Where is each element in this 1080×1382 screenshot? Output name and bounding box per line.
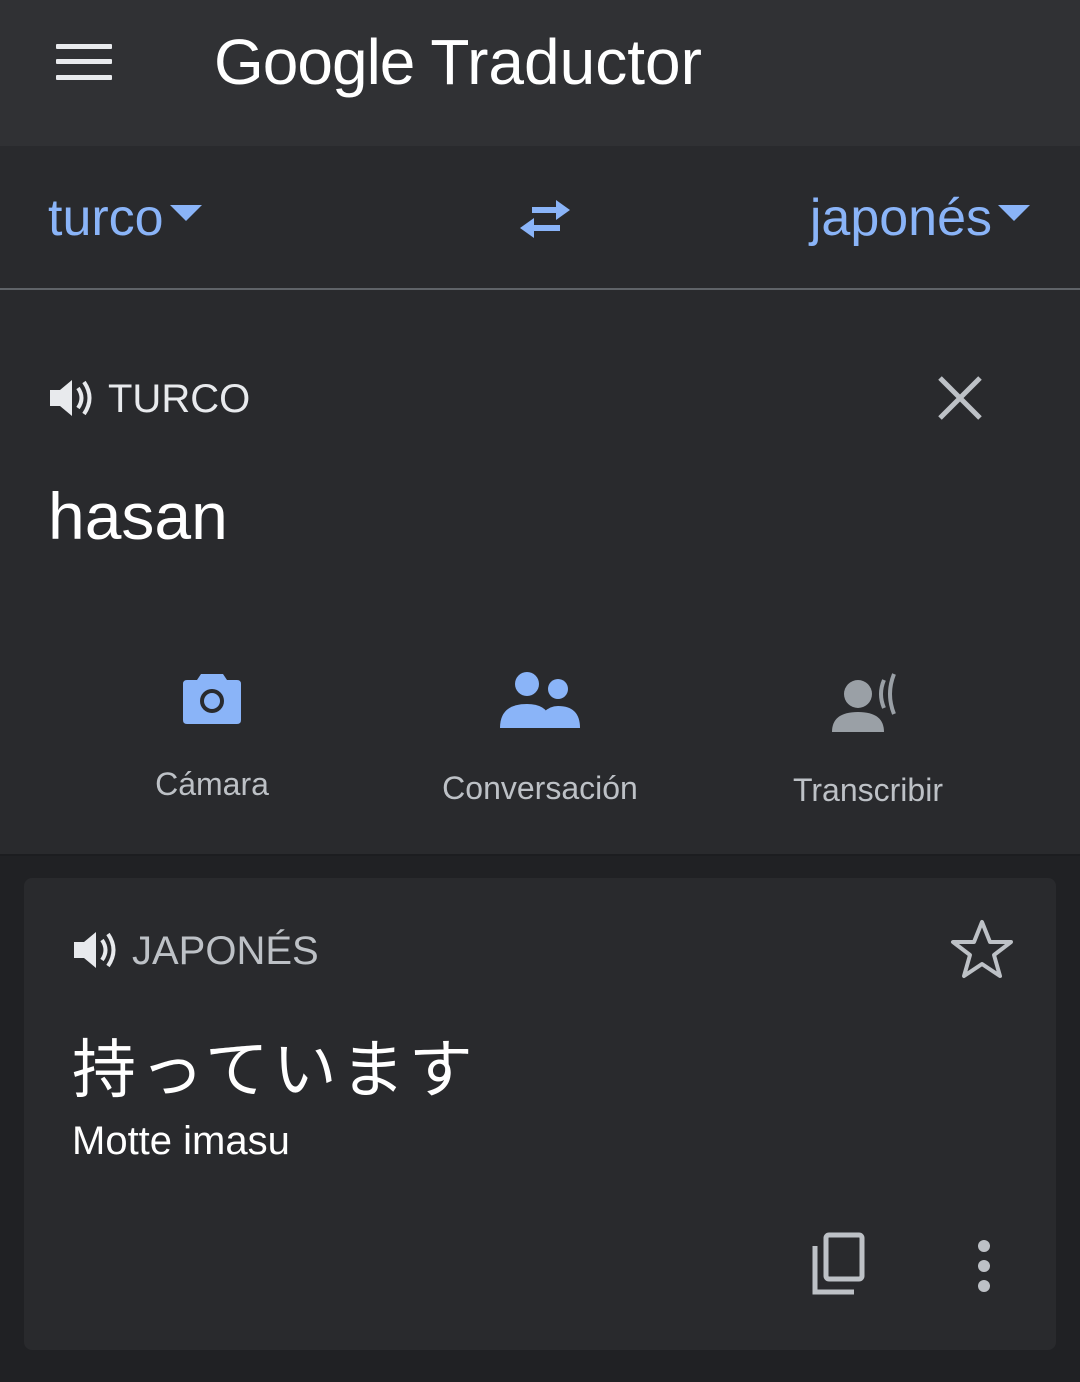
conversation-icon xyxy=(500,672,580,728)
source-language-selector[interactable]: turco xyxy=(48,186,202,250)
translation-text: 持っています xyxy=(72,1034,477,1106)
app-title: Google Traductor xyxy=(214,22,702,102)
star-icon[interactable] xyxy=(950,918,1014,982)
target-language-name: JAPONÉS xyxy=(132,929,319,973)
speaker-icon[interactable] xyxy=(48,376,96,420)
transcribe-icon xyxy=(832,673,896,732)
source-language-heading: TURCO xyxy=(48,374,250,424)
swap-languages-button[interactable] xyxy=(512,194,580,244)
language-bar: turco japonés xyxy=(0,146,1080,290)
camera-button[interactable]: Cámara xyxy=(62,670,362,803)
copy-icon[interactable] xyxy=(810,1232,866,1296)
dropdown-arrow-icon xyxy=(998,205,1030,222)
transcribe-label: Transcribir xyxy=(793,772,943,808)
translation-card: JAPONÉS 持っています Motte imasu xyxy=(24,878,1056,1350)
conversation-button[interactable]: Conversación xyxy=(390,670,690,807)
romanization-text: Motte imasu xyxy=(72,1119,290,1163)
menu-icon[interactable] xyxy=(56,44,112,80)
transcribe-button[interactable]: Transcribir xyxy=(718,670,1018,809)
target-language-heading: JAPONÉS xyxy=(72,926,319,976)
source-language-label: turco xyxy=(48,189,164,247)
app-bar: Google Traductor xyxy=(0,0,1080,146)
app-name: Traductor xyxy=(430,26,702,98)
conversation-label: Conversación xyxy=(442,770,638,806)
camera-label: Cámara xyxy=(155,766,269,802)
close-icon[interactable] xyxy=(934,372,986,424)
app-brand: Google xyxy=(214,26,415,98)
input-panel: TURCO hasan Cámara Conversación Transcri… xyxy=(0,290,1080,856)
swap-icon xyxy=(520,200,570,238)
input-text[interactable]: hasan xyxy=(48,476,228,556)
dropdown-arrow-icon xyxy=(169,205,202,222)
speaker-icon[interactable] xyxy=(72,928,120,972)
target-language-label: japonés xyxy=(809,189,992,247)
target-language-selector[interactable]: japonés xyxy=(810,186,1030,250)
more-options-icon[interactable] xyxy=(964,1238,1004,1294)
camera-icon xyxy=(183,674,241,724)
source-language-name: TURCO xyxy=(108,377,251,421)
